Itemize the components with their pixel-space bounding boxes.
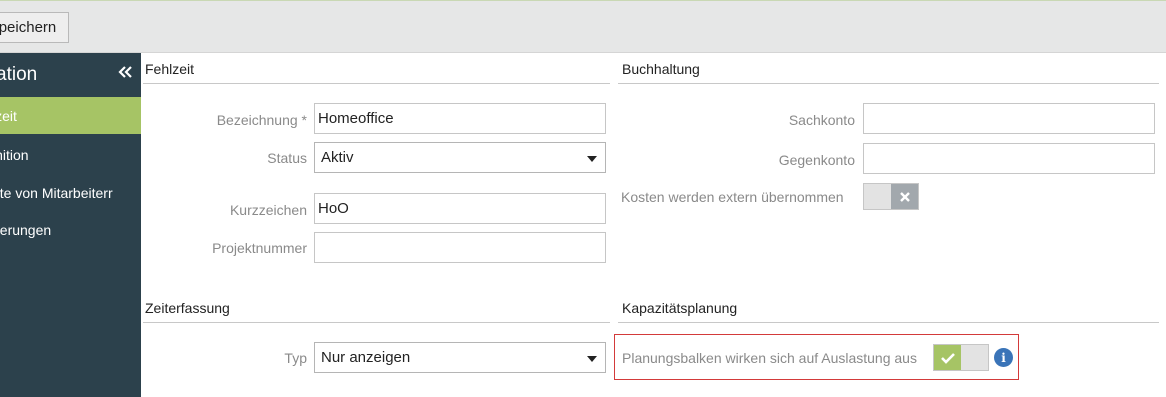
chevron-down-icon [587, 356, 597, 362]
projektnummer-input[interactable] [314, 232, 606, 263]
sidebar-item-aenderungen[interactable]: derungen [0, 211, 141, 248]
toolbar: peichern [0, 0, 1166, 53]
section-divider [143, 322, 610, 323]
typ-select[interactable]: Nur anzeigen [314, 342, 606, 373]
sidebar-item-label: lzeit [0, 107, 17, 124]
check-svg [940, 352, 955, 364]
planungsbalken-label: Planungsbalken wirken sich auf Auslastun… [622, 350, 917, 366]
projektnummer-label: Projektnummer [212, 240, 307, 256]
sidebar-item-label: derungen [0, 221, 52, 238]
info-icon[interactable]: i [994, 348, 1013, 367]
x-icon [891, 184, 918, 209]
status-select-value: Aktiv [321, 149, 354, 166]
section-title-fehlzeit: Fehlzeit [145, 61, 195, 77]
status-label: Status [267, 150, 307, 166]
status-select[interactable]: Aktiv [314, 142, 606, 173]
kurzzeichen-input[interactable]: HoO [314, 193, 606, 224]
sachkonto-input[interactable] [863, 103, 1155, 134]
sidebar-item-label: hte von Mitarbeiterr [0, 184, 113, 201]
sidebar-title: ation [0, 64, 38, 85]
section-divider [618, 322, 1159, 323]
sidebar-item-fehlzeit[interactable]: lzeit [0, 97, 141, 134]
section-title-kapazitaetsplanung: Kapazitätsplanung [622, 300, 738, 316]
chevron-down-icon [587, 156, 597, 162]
typ-label: Typ [284, 350, 307, 366]
section-title-buchhaltung: Buchhaltung [622, 61, 700, 77]
save-button[interactable]: peichern [0, 12, 69, 43]
kurzzeichen-label: Kurzzeichen [229, 202, 307, 218]
check-icon [934, 345, 961, 370]
section-divider [618, 83, 1159, 84]
planungsbalken-toggle[interactable] [933, 344, 989, 371]
double-chevron-left-icon[interactable] [116, 63, 136, 83]
collapse-svg [118, 66, 132, 78]
section-title-zeiterfassung: Zeiterfassung [145, 300, 230, 316]
kosten-toggle[interactable] [863, 183, 919, 210]
sachkonto-label: Sachkonto [788, 112, 855, 128]
kosten-label: Kosten werden extern übernommen [621, 189, 844, 205]
typ-select-value: Nur anzeigen [321, 349, 411, 366]
x-svg [899, 191, 910, 202]
section-divider [143, 83, 610, 84]
sidebar-item-rechte[interactable]: hte von Mitarbeiterr [0, 174, 141, 211]
gegenkonto-label: Gegenkonto [778, 152, 855, 168]
sidebar: ation lzeit inition hte von Mitarbeiterr… [0, 53, 141, 397]
sidebar-item-definition[interactable]: inition [0, 136, 141, 173]
sidebar-item-label: inition [0, 146, 29, 163]
bezeichnung-label: Bezeichnung * [216, 112, 307, 128]
gegenkonto-input[interactable] [863, 143, 1155, 174]
bezeichnung-input[interactable]: Homeoffice [314, 103, 606, 134]
